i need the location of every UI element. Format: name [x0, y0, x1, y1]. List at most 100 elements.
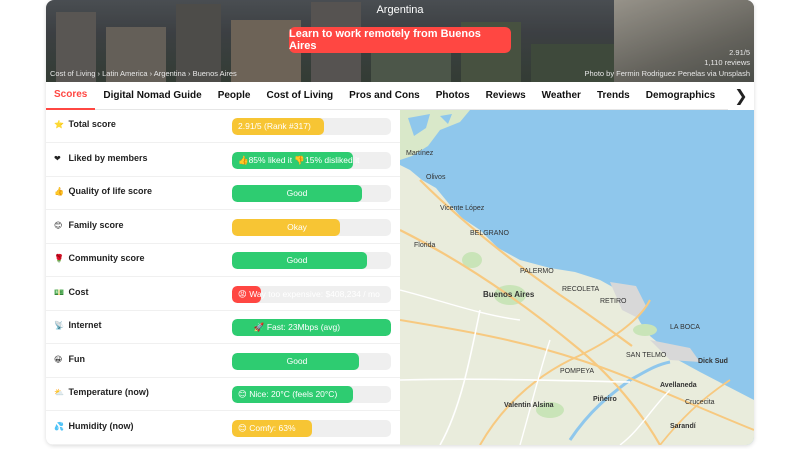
map-label-sarandi: Sarandí	[670, 423, 696, 430]
score-emoji-icon: 🌹	[54, 254, 64, 263]
score-emoji-icon: 😊	[54, 220, 63, 230]
city-map[interactable]: Buenos Aires Dick Sud Avellaneda Cruceci…	[400, 110, 754, 445]
map-label-recoleta: RECOLETA	[562, 286, 600, 293]
score-label-text: Community score	[68, 253, 145, 263]
tabs-next-icon[interactable]: ❯	[728, 82, 754, 110]
score-emoji-icon: 💦	[54, 421, 64, 431]
map-label-belgrano: BELGRANO	[470, 230, 509, 237]
learn-remote-button[interactable]: Learn to work remotely from Buenos Aires	[289, 27, 511, 53]
map-label-la-boca: LA BOCA	[670, 324, 700, 331]
score-row[interactable]: ⛅ Temperature (now) 😊 Nice: 20°C (feels 2…	[46, 378, 400, 411]
score-emoji-icon: ⭐	[54, 120, 64, 129]
map-label-pineiro: Piñeiro	[593, 396, 617, 403]
score-bar[interactable]: 👍85% liked it 👎15% disliked it	[232, 151, 391, 169]
score-label: 💦 Humidity (now)	[54, 421, 134, 431]
review-count: 1,110 reviews	[704, 58, 750, 67]
photo-credit[interactable]: Photo by Fermin Rodriguez Penelas via Un…	[584, 69, 750, 78]
score-label-text: Quality of life score	[68, 186, 153, 196]
score-bar-text: 😡 Way too expensive: $408,234 / mo	[238, 288, 380, 299]
score-label: 😊 Family score	[54, 220, 124, 230]
score-bar[interactable]: Good	[232, 352, 391, 370]
score-bar[interactable]: 😡 Way too expensive: $408,234 / mo	[232, 285, 391, 303]
map-label-valentin-alsina: Valentin Alsina	[504, 402, 554, 409]
map-label-dick-sud: Dick Sud	[698, 358, 728, 365]
score-bar[interactable]: 😊 Comfy: 63%	[232, 419, 391, 437]
score-bar[interactable]: 😊 Nice: 20°C (feels 20°C)	[232, 386, 391, 403]
score-bar-text: 😊 Comfy: 63%	[238, 422, 296, 433]
score-label-text: Family score	[68, 219, 124, 230]
score-label: 👍 Quality of life score	[54, 186, 152, 196]
tab-weather[interactable]: Weather	[534, 82, 589, 110]
score-row[interactable]: ❤ Liked by members 👍85% liked it 👎15% dis…	[46, 144, 400, 177]
score-label-text: Temperature (now)	[68, 387, 149, 397]
score-bar[interactable]: Okay	[232, 218, 391, 236]
tab-demographics[interactable]: Demographics	[638, 82, 723, 110]
score-row[interactable]: 💦 Humidity (now) 😊 Comfy: 63%	[46, 412, 400, 445]
rating-value: 2.91/5	[729, 48, 750, 57]
hero-rating: 2.91/5 1,110 reviews	[704, 48, 750, 68]
map-label-florida: Florida	[414, 242, 436, 249]
score-bar-text: 🚀 Fast: 23Mbps (avg)	[253, 322, 341, 332]
map-label-crucecita: Crucecita	[685, 399, 715, 406]
city-card: Argentina Learn to work remotely from Bu…	[46, 0, 754, 445]
score-bar-text: 2.91/5 (Rank #317)	[238, 121, 311, 131]
score-row[interactable]: 👍 Quality of life score Good	[46, 177, 400, 210]
score-label: 📡 Internet	[54, 320, 102, 330]
score-bar-text: Okay	[287, 221, 307, 232]
score-bar-text: 👍85% liked it 👎15% disliked it	[238, 154, 360, 165]
tab-cost-of-living[interactable]: Cost of Living	[259, 82, 342, 110]
score-bar-text: Good	[286, 355, 308, 366]
score-label: ⭐ Total score	[54, 119, 116, 129]
score-bar-text: 😊 Nice: 20°C (feels 20°C)	[238, 389, 338, 399]
score-label: ❤ Liked by members	[54, 153, 148, 163]
tab-digital-nomad-guide[interactable]: Digital Nomad Guide	[95, 82, 209, 110]
scores-panel: ⭐ Total score 2.91/5 (Rank #317) ❤ Liked b…	[46, 110, 400, 445]
score-label-text: Cost	[68, 286, 89, 297]
score-bar[interactable]: 2.91/5 (Rank #317)	[232, 118, 391, 135]
score-bar-text: Good	[286, 255, 308, 265]
score-emoji-icon: 💵	[54, 287, 64, 297]
map-label-palermo: PALERMO	[520, 268, 554, 275]
score-label-text: Fun	[68, 353, 86, 364]
score-row[interactable]: 😀 Fun Good	[46, 345, 400, 378]
score-row[interactable]: 📡 Internet 🚀 Fast: 23Mbps (avg)	[46, 311, 400, 344]
score-label: 💵 Cost	[54, 287, 89, 297]
country-title: Argentina	[376, 4, 424, 16]
score-emoji-icon: ❤	[54, 153, 61, 163]
score-bar[interactable]: Good	[232, 185, 391, 202]
score-row[interactable]: 💵 Cost 😡 Way too expensive: $408,234 / mo	[46, 278, 400, 311]
score-label-text: Humidity (now)	[68, 420, 134, 431]
score-label-text: Liked by members	[68, 152, 148, 163]
score-label-text: Total score	[68, 119, 116, 129]
score-row[interactable]: 🌹 Community score Good	[46, 244, 400, 277]
tab-bar: Scores Digital Nomad Guide People Cost of L…	[46, 82, 754, 110]
score-bar-text: Good	[286, 188, 308, 198]
tab-people[interactable]: People	[210, 82, 259, 110]
score-emoji-icon: 👍	[54, 187, 64, 196]
hero-banner: Argentina Learn to work remotely from Bu…	[46, 0, 754, 82]
score-bar[interactable]: 🚀 Fast: 23Mbps (avg)	[232, 319, 391, 336]
score-emoji-icon: 😀	[54, 354, 63, 364]
tab-photos[interactable]: Photos	[428, 82, 478, 110]
score-label: 😀 Fun	[54, 354, 85, 364]
score-emoji-icon: 📡	[54, 321, 64, 330]
map-label-vicente-lopez: Vicente López	[440, 205, 485, 212]
score-row[interactable]: ⭐ Total score 2.91/5 (Rank #317)	[46, 110, 400, 143]
map-canvas	[400, 110, 754, 445]
map-label-martinez: Martínez	[406, 150, 434, 157]
tab-scores[interactable]: Scores	[46, 82, 96, 110]
score-label-text: Internet	[68, 320, 102, 330]
tab-pros-and-cons[interactable]: Pros and Cons	[341, 82, 428, 110]
tab-reviews[interactable]: Reviews	[478, 82, 534, 110]
score-row[interactable]: 😊 Family score Okay	[46, 211, 400, 244]
score-label: ⛅ Temperature (now)	[54, 387, 149, 397]
score-bar[interactable]: Good	[232, 252, 391, 269]
map-label-avellaneda: Avellaneda	[660, 382, 697, 389]
map-label-san-telmo: SAN TELMO	[626, 352, 667, 359]
tab-trends[interactable]: Trends	[589, 82, 638, 110]
map-label-olivos: Olivos	[426, 174, 446, 181]
score-emoji-icon: ⛅	[54, 388, 64, 397]
map-label-retiro: RETIRO	[600, 298, 627, 305]
map-label-pompeya: POMPEYA	[560, 368, 595, 375]
breadcrumb[interactable]: Cost of Living › Latin America › Argenti…	[50, 69, 237, 78]
